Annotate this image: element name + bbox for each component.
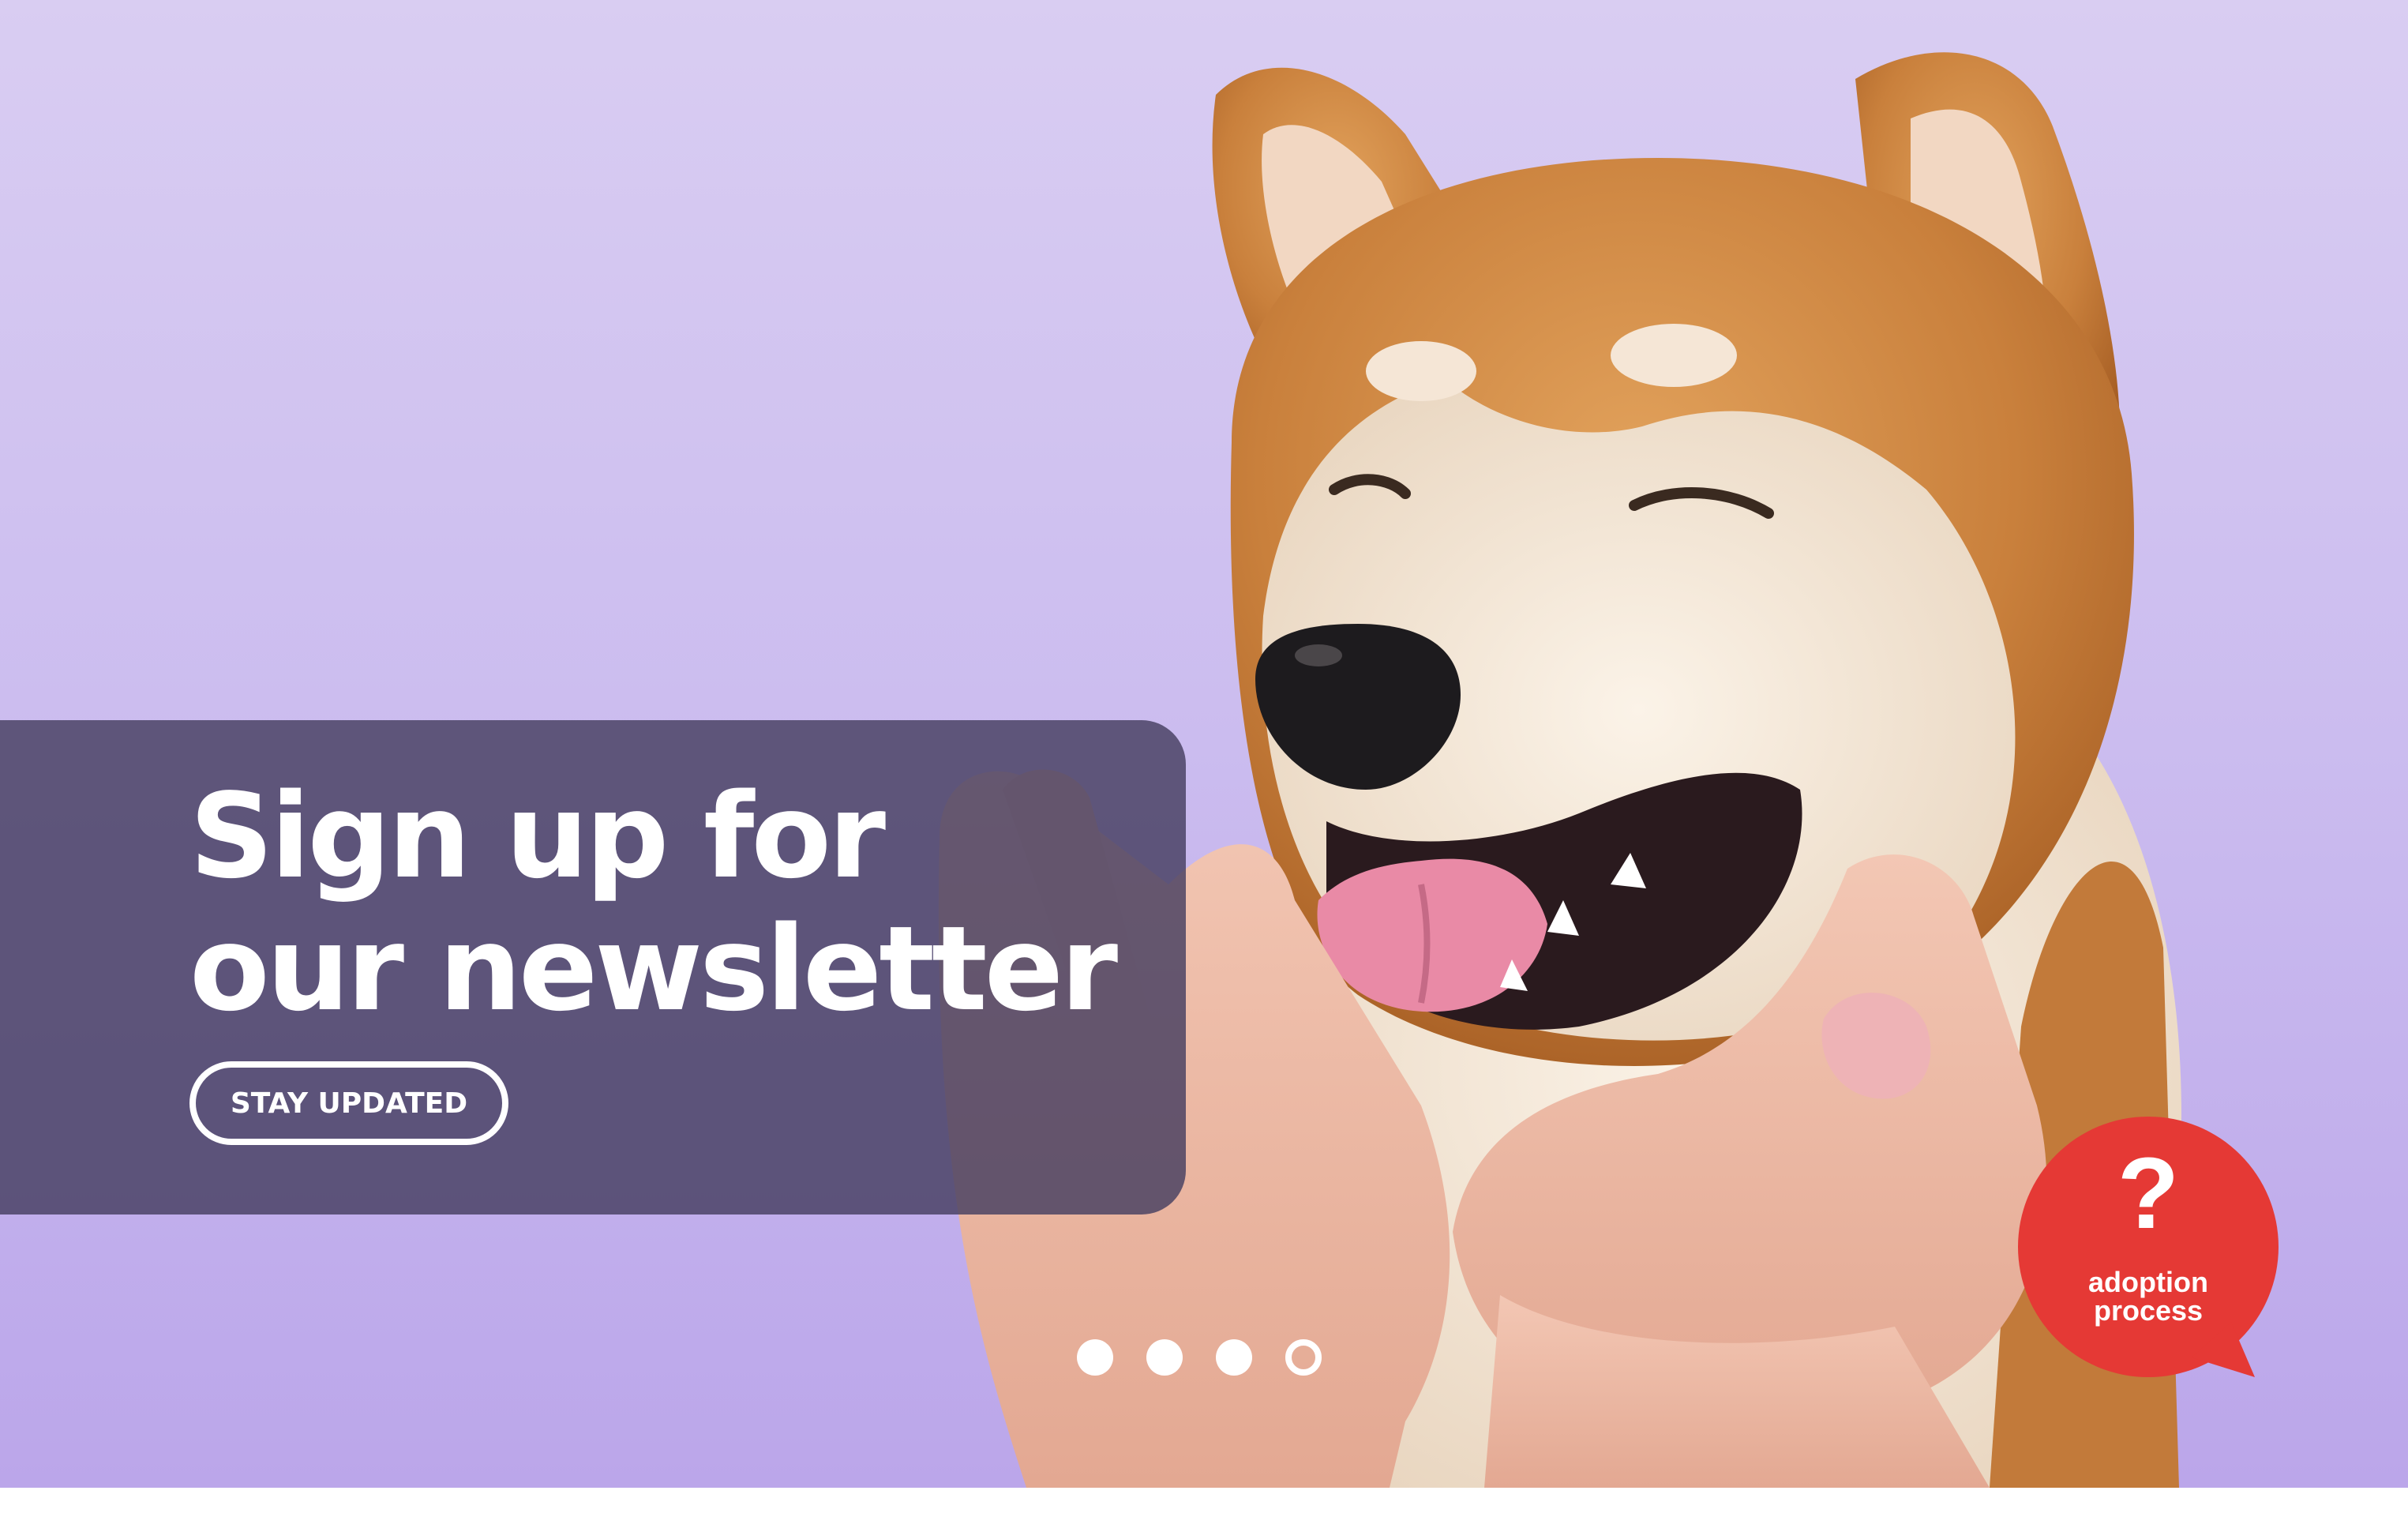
adoption-process-label: adoption process (2018, 1268, 2279, 1325)
stay-updated-button[interactable]: STAY UPDATED (189, 1061, 508, 1145)
hero-slide: Sign up for our newsletter STAY UPDATED … (0, 0, 2408, 1488)
headline-line-2: our newsletter (189, 901, 1118, 1037)
carousel-dot-2[interactable] (1146, 1339, 1183, 1376)
carousel-dot-1[interactable] (1077, 1339, 1113, 1376)
carousel-dot-3[interactable] (1216, 1339, 1252, 1376)
help-label-line-2: process (2093, 1294, 2204, 1327)
newsletter-headline: Sign up for our newsletter (189, 768, 1118, 1037)
carousel-dot-4-active[interactable] (1285, 1339, 1322, 1376)
help-label-line-1: adoption (2088, 1266, 2208, 1298)
page-bottom-strip (0, 1488, 2408, 1528)
question-mark-icon: ? (2117, 1137, 2180, 1250)
adoption-process-button[interactable]: ? adoption process (2018, 1117, 2279, 1377)
carousel-dots (1077, 1339, 1322, 1376)
headline-line-1: Sign up for (189, 768, 886, 904)
